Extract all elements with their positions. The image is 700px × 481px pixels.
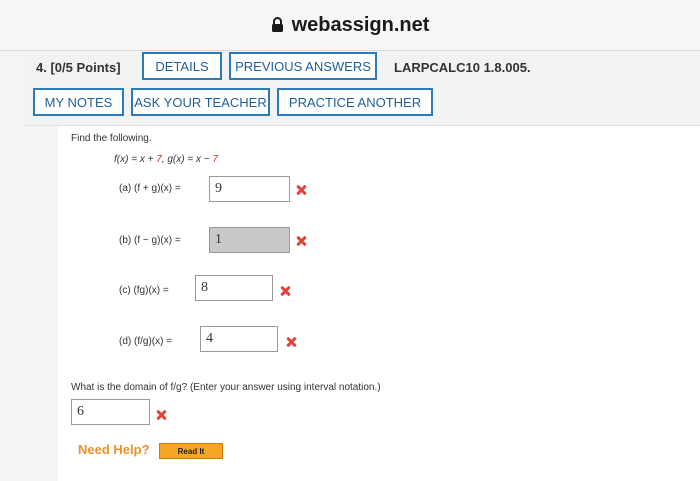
part-a-label: (a) (f + g)(x) = — [119, 183, 181, 194]
details-button[interactable]: DETAILS — [142, 52, 222, 80]
g-constant: 7 — [212, 154, 218, 165]
question-number: 4. [0/5 Points] — [36, 60, 121, 75]
domain-prompt: What is the domain of f/g? (Enter your a… — [71, 382, 381, 393]
question-header: 4. [0/5 Points] DETAILS PREVIOUS ANSWERS… — [24, 51, 700, 126]
part-a-answer-input[interactable]: 9 — [209, 176, 290, 202]
previous-answers-button[interactable]: PREVIOUS ANSWERS — [229, 52, 377, 80]
part-d-label: (d) (f/g)(x) = — [119, 336, 173, 347]
ask-your-teacher-button[interactable]: ASK YOUR TEACHER — [131, 88, 270, 116]
browser-url-bar[interactable]: webassign.net — [0, 0, 700, 50]
incorrect-x-icon — [296, 236, 306, 246]
f-definition: f(x) = x + — [114, 154, 157, 165]
function-definitions: f(x) = x + 7, g(x) = x − 7 — [114, 154, 218, 165]
url-text: webassign.net — [291, 13, 430, 36]
part-c-answer-input[interactable]: 8 — [195, 275, 273, 301]
read-it-button[interactable]: Read It — [159, 443, 223, 459]
incorrect-x-icon — [156, 410, 166, 420]
need-help-label: Need Help? — [78, 442, 150, 457]
part-b-answer-input[interactable]: 1 — [209, 227, 290, 253]
domain-answer-input[interactable]: 6 — [71, 399, 150, 425]
question-body: Find the following. f(x) = x + 7, g(x) =… — [58, 126, 700, 481]
g-definition: , g(x) = x − — [161, 154, 213, 165]
prompt-text: Find the following. — [71, 133, 152, 144]
my-notes-button[interactable]: MY NOTES — [33, 88, 124, 116]
incorrect-x-icon — [286, 337, 296, 347]
incorrect-x-icon — [280, 286, 290, 296]
part-b-label: (b) (f − g)(x) = — [119, 235, 181, 246]
practice-another-button[interactable]: PRACTICE ANOTHER — [277, 88, 433, 116]
question-code: LARPCALC10 1.8.005. — [394, 60, 531, 75]
incorrect-x-icon — [296, 185, 306, 195]
part-d-answer-input[interactable]: 4 — [200, 326, 278, 352]
part-c-label: (c) (fg)(x) = — [119, 285, 169, 296]
lock-icon — [271, 17, 283, 32]
